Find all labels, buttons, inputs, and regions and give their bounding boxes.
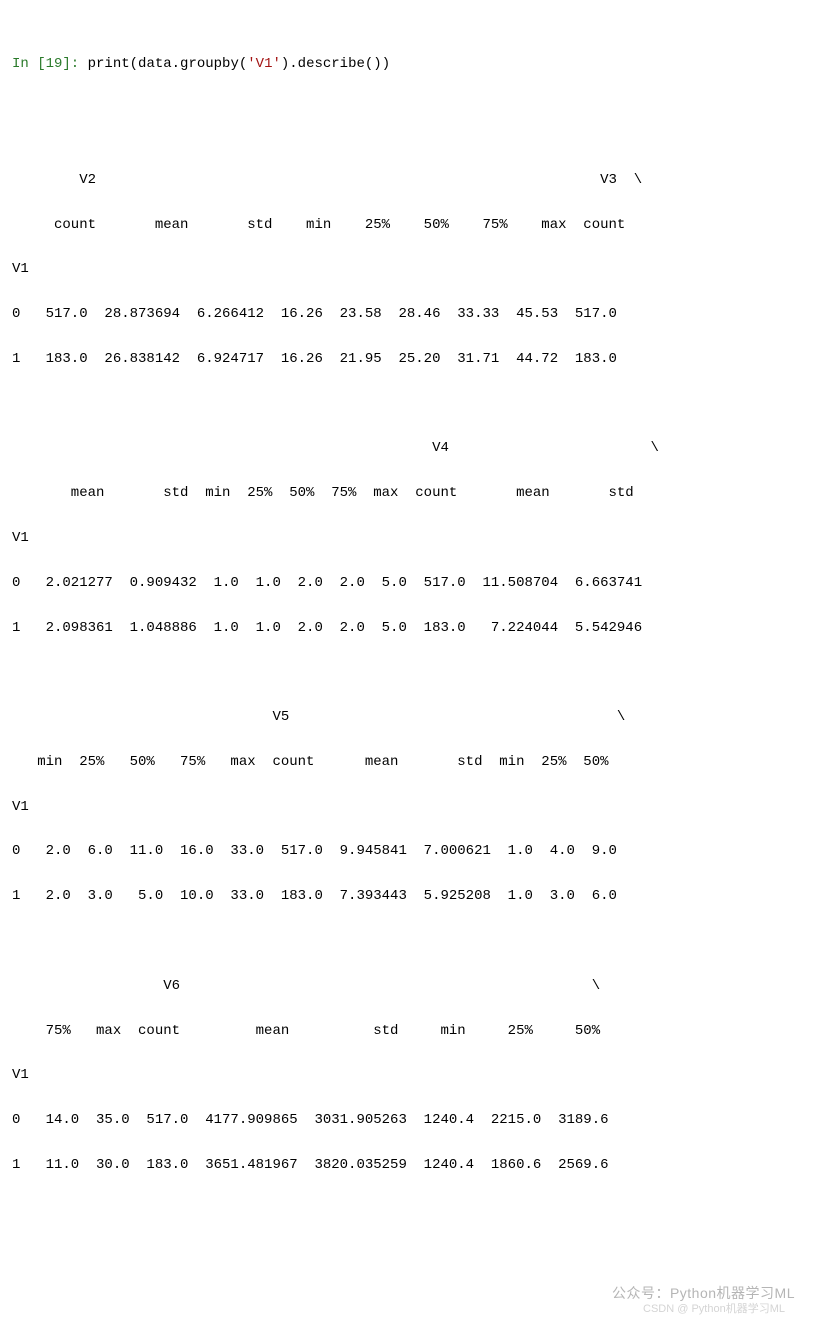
output-block1-row0: 0 517.0 28.873694 6.266412 16.26 23.58 2…: [12, 303, 813, 325]
output-block2-row1: 1 2.098361 1.048886 1.0 1.0 2.0 2.0 5.0 …: [12, 617, 813, 639]
output-block4-header1: V6 \: [12, 975, 813, 997]
watermark-text: 公众号：Python机器学习ML: [612, 1282, 795, 1304]
watermark-text-2: CSDN @ Python机器学习ML: [643, 1301, 785, 1319]
output-block2-row0: 0 2.021277 0.909432 1.0 1.0 2.0 2.0 5.0 …: [12, 572, 813, 594]
code-expr1: data.groupby(: [138, 56, 247, 72]
output-block3-row0: 0 2.0 6.0 11.0 16.0 33.0 517.0 9.945841 …: [12, 840, 813, 862]
output-block3-row1: 1 2.0 3.0 5.0 10.0 33.0 183.0 7.393443 5…: [12, 885, 813, 907]
code-close-paren: ): [382, 56, 390, 72]
output-block1-row1: 1 183.0 26.838142 6.924717 16.26 21.95 2…: [12, 348, 813, 370]
code-open-paren: (: [130, 56, 138, 72]
output-area: V2 V3 \ count mean std min 25% 50% 75% m…: [12, 146, 813, 1221]
output-block1-index: V1: [12, 258, 813, 280]
output-block3-index: V1: [12, 796, 813, 818]
code-expr2: ).describe(): [281, 56, 382, 72]
output-block2-header2: mean std min 25% 50% 75% max count mean …: [12, 482, 813, 504]
output-block2-index: V1: [12, 527, 813, 549]
jupyter-cell: In [19]: print(data.groupby('V1').descri…: [0, 0, 825, 1319]
output-blank2: [12, 661, 813, 683]
output-block4-row1: 1 11.0 30.0 183.0 3651.481967 3820.03525…: [12, 1154, 813, 1176]
code-string: 'V1': [247, 56, 281, 72]
output-block4-row0: 0 14.0 35.0 517.0 4177.909865 3031.90526…: [12, 1109, 813, 1131]
input-line: In [19]: print(data.groupby('V1').descri…: [12, 53, 813, 75]
output-blank3: [12, 930, 813, 952]
output-block3-header1: V5 \: [12, 706, 813, 728]
input-prompt: In [19]:: [12, 56, 88, 72]
output-blank1: [12, 393, 813, 415]
code-fn: print: [88, 56, 130, 72]
output-block3-header2: min 25% 50% 75% max count mean std min 2…: [12, 751, 813, 773]
output-block1-header1: V2 V3 \: [12, 169, 813, 191]
output-block4-index: V1: [12, 1064, 813, 1086]
output-block2-header1: V4 \: [12, 437, 813, 459]
output-block4-header2: 75% max count mean std min 25% 50%: [12, 1020, 813, 1042]
output-block1-header2: count mean std min 25% 50% 75% max count: [12, 214, 813, 236]
